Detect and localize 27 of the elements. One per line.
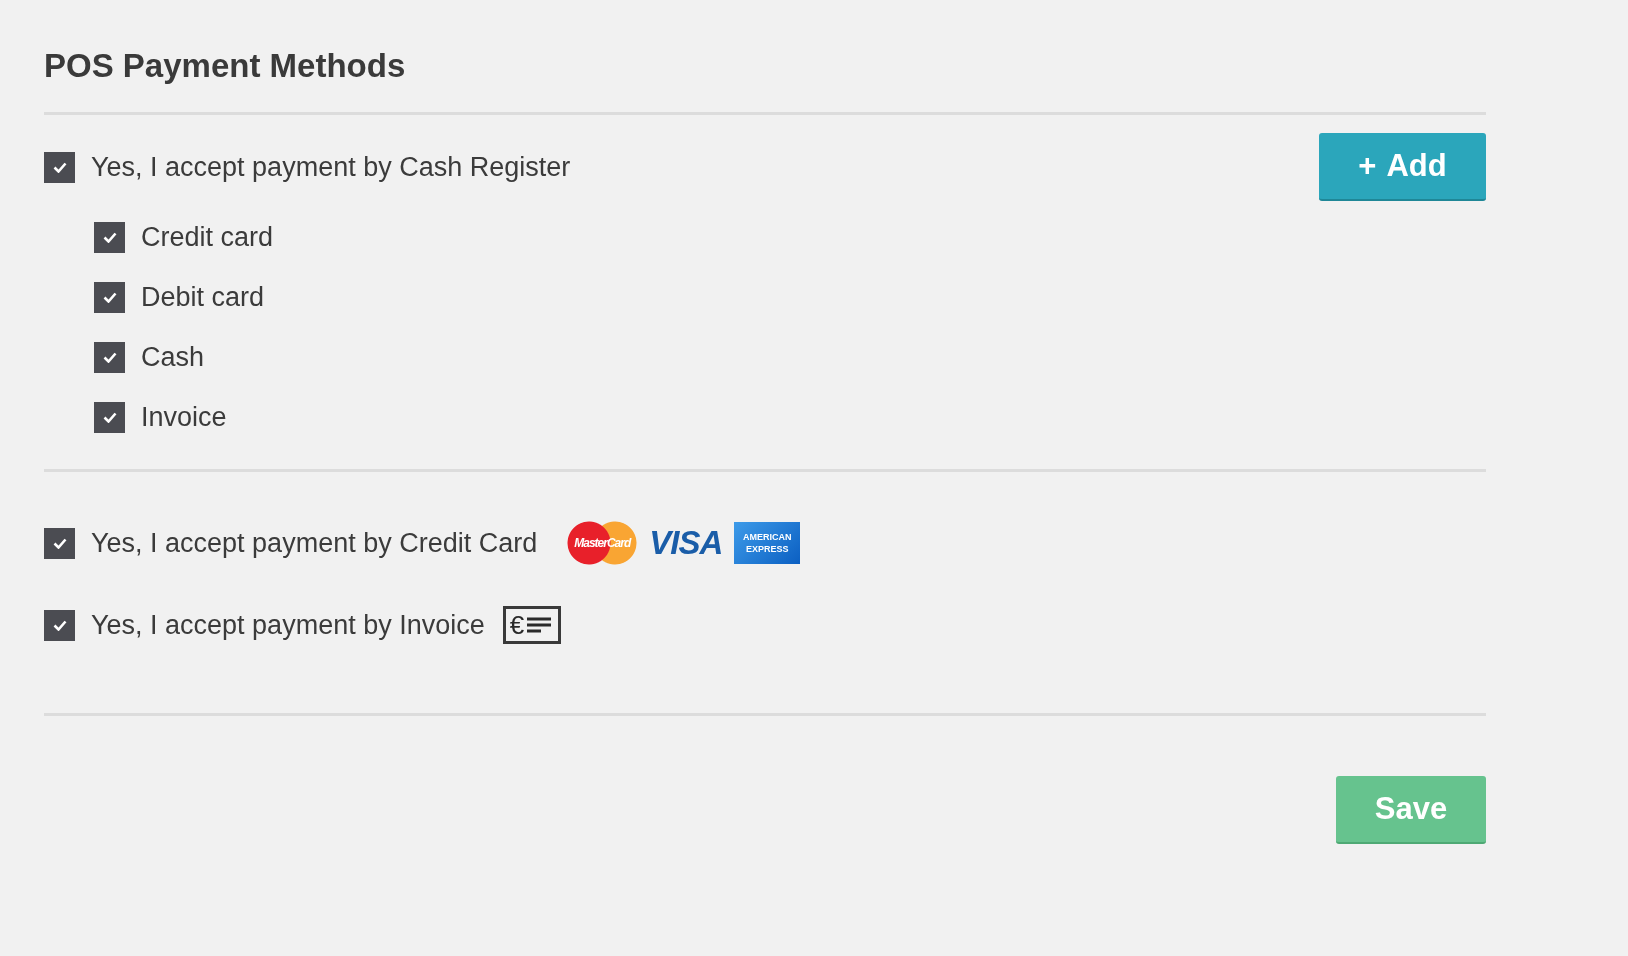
option-label: Yes, I accept payment by Credit Card [91,527,538,559]
option-label: Invoice [141,401,227,433]
option-label: Cash [141,341,205,373]
check-icon [102,411,117,423]
checkbox[interactable] [44,151,75,183]
option-label: Debit card [141,281,265,313]
add-button[interactable]: + Add [1319,133,1486,201]
save-button[interactable]: Save [1336,776,1486,844]
option-label: Yes, I accept payment by Invoice [91,609,485,641]
page-title: POS Payment Methods [44,46,407,86]
checkbox[interactable] [94,281,125,313]
checkbox[interactable] [94,401,125,433]
checkbox[interactable] [44,527,75,559]
check-icon [52,537,67,549]
check-icon [52,161,67,173]
checkbox[interactable] [94,341,125,373]
check-icon [102,351,117,363]
check-icon [52,619,67,631]
option-label: Yes, I accept payment by Cash Register [91,151,571,183]
visa-logo: VISA [649,524,723,562]
amex-logo: AMERICAN EXPRESS [734,522,801,564]
check-icon [102,231,117,243]
option-label: Credit card [141,221,274,253]
checkbox[interactable] [44,609,75,641]
checkbox[interactable] [94,221,125,253]
invoice-icon: € [502,606,561,644]
check-icon [102,291,117,303]
